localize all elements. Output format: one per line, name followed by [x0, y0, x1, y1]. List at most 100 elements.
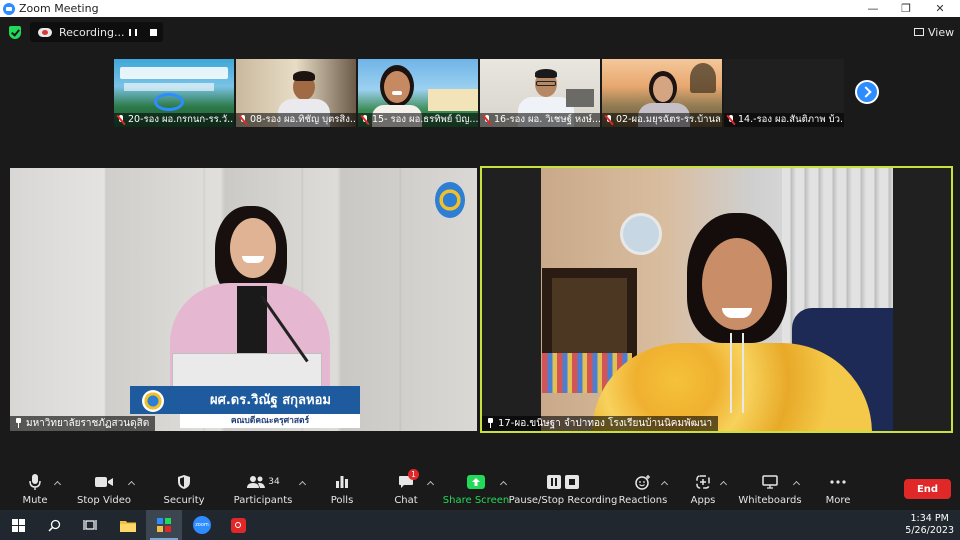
banner-role: คณบดีคณะครุศาสตร์	[180, 414, 360, 428]
security-label: Security	[163, 495, 205, 506]
reactions-label: Reactions	[618, 495, 668, 506]
mic-muted-icon	[605, 115, 613, 125]
participant-name: 17-ผอ.ขนิษฐา จำปาทอง โรงเรียนบ้านนิคมพัฒ…	[498, 418, 713, 429]
shield-icon	[174, 473, 194, 491]
main-video-left[interactable]: ผศ.ดร.วิณัฐ สกุลหอม คณบดีคณะครุศาสตร์ มห…	[10, 168, 477, 431]
polls-button[interactable]: Polls	[326, 468, 358, 510]
participant-name: 20-รอง ผอ.กรกนก-รร.วั...	[114, 113, 234, 127]
windows-logo-icon	[11, 518, 25, 532]
apps-options-caret-icon[interactable]	[720, 479, 728, 487]
share-screen-button[interactable]: Share Screen	[443, 468, 509, 510]
pin-icon	[14, 418, 22, 428]
bar-chart-icon	[332, 473, 352, 491]
pause-recording-icon[interactable]	[125, 24, 141, 40]
clock-time: 1:34 PM	[910, 513, 949, 524]
wall-fan-icon	[620, 213, 662, 255]
mic-muted-icon	[727, 115, 735, 125]
main-video-right-active-speaker[interactable]: 17-ผอ.ขนิษฐา จำปาทอง โรงเรียนบ้านนิคมพัฒ…	[480, 166, 953, 433]
mic-muted-icon	[117, 115, 125, 125]
participants-button[interactable]: 34 Participants	[234, 468, 292, 510]
task-view-button[interactable]	[72, 510, 108, 540]
next-page-arrow-icon[interactable]	[855, 80, 879, 104]
chat-button[interactable]: 1 Chat	[391, 468, 421, 510]
recording-indicator: Recording...	[30, 22, 163, 42]
grid-view-icon	[914, 28, 924, 36]
record-app-icon	[230, 517, 246, 533]
share-screen-label: Share Screen	[442, 495, 510, 506]
participants-icon: 34	[246, 473, 280, 491]
pause-stop-recording-icon	[543, 473, 583, 491]
apps-icon	[693, 473, 713, 491]
app-tiles-icon	[157, 518, 171, 532]
title-bar: Zoom Meeting — ❐ ✕	[0, 0, 960, 17]
windows-taskbar: zoom 1:34 PM 5/26/2023	[0, 510, 960, 540]
chat-label: Chat	[394, 495, 418, 506]
search-button[interactable]	[36, 510, 72, 540]
recording-status: Recording...	[59, 25, 125, 39]
stop-video-button[interactable]: Stop Video	[77, 468, 131, 510]
reactions-button[interactable]: Reactions	[618, 468, 668, 510]
participant-thumbnail[interactable]: 16-รอง ผอ. วิเชษฐ์ หงษ์...	[480, 59, 600, 127]
mute-label: Mute	[22, 495, 48, 506]
task-view-icon	[83, 520, 97, 530]
zoom-logo-icon	[3, 2, 15, 15]
restore-button[interactable]: ❐	[891, 0, 921, 17]
smiley-plus-icon	[633, 473, 653, 491]
system-clock[interactable]: 1:34 PM 5/26/2023	[905, 513, 954, 537]
participant-name: 16-รอง ผอ. วิเชษฐ์ หงษ์...	[480, 113, 600, 127]
participants-label: Participants	[233, 495, 293, 506]
reactions-options-caret-icon[interactable]	[661, 479, 669, 487]
minimize-button[interactable]: —	[858, 0, 888, 17]
app-taskbar-item[interactable]	[146, 510, 182, 540]
chat-options-caret-icon[interactable]	[427, 479, 435, 487]
stop-recording-icon[interactable]	[145, 24, 161, 40]
participant-thumbnail[interactable]: 08-รอง ผอ.ทิชัญ บุตรสิง...	[236, 59, 356, 127]
participant-thumbnail[interactable]: 20-รอง ผอ.กรกนก-รร.วั...	[114, 59, 234, 127]
chat-unread-badge: 1	[408, 469, 419, 480]
file-explorer-taskbar-item[interactable]	[110, 510, 146, 540]
security-button[interactable]: Security	[163, 468, 205, 510]
more-button[interactable]: More	[823, 468, 853, 510]
close-button[interactable]: ✕	[925, 0, 955, 17]
pause-recording-label: Pause/Stop Recording	[508, 495, 618, 506]
chat-bubble-icon: 1	[396, 469, 419, 491]
recorder-taskbar-item[interactable]	[220, 510, 256, 540]
zoom-app-icon: zoom	[193, 516, 211, 534]
apps-label: Apps	[690, 495, 716, 506]
video-options-caret-icon[interactable]	[128, 479, 136, 487]
start-button[interactable]	[0, 510, 36, 540]
more-dots-icon	[828, 473, 848, 491]
view-label: View	[928, 25, 955, 39]
apps-button[interactable]: Apps	[689, 468, 717, 510]
participant-label: มหาวิทยาลัยราชภัฏสวนดุสิต	[10, 416, 156, 431]
participant-name: 15- รอง ผอ.ธรทิพย์ บิญ...	[358, 113, 478, 127]
participant-label: 17-ผอ.ขนิษฐา จำปาทอง โรงเรียนบ้านนิคมพัฒ…	[482, 416, 719, 431]
end-meeting-button[interactable]: End	[904, 479, 951, 499]
participant-thumbnail[interactable]: 14.-รอง ผอ.สันติภาพ บ้ว...	[724, 59, 844, 127]
zoom-taskbar-item[interactable]: zoom	[184, 510, 220, 540]
mute-options-caret-icon[interactable]	[54, 479, 62, 487]
window-title: Zoom Meeting	[19, 2, 99, 15]
microphone-icon	[25, 473, 45, 491]
whiteboards-label: Whiteboards	[738, 495, 802, 506]
folder-icon	[120, 520, 136, 532]
stop-video-label: Stop Video	[77, 495, 131, 506]
meeting-toolbar: Mute Stop Video Security 34 Participants	[0, 468, 960, 510]
share-screen-icon	[466, 473, 486, 491]
participants-options-caret-icon[interactable]	[299, 479, 307, 487]
whiteboards-options-caret-icon[interactable]	[793, 479, 801, 487]
banner-emblem-icon	[142, 390, 164, 412]
pause-stop-recording-button[interactable]: Pause/Stop Recording	[509, 468, 617, 510]
participant-thumbnail[interactable]: 02-ผอ.มยุรฉัตร-รร.บ้านล...	[602, 59, 722, 127]
view-button[interactable]: View	[914, 24, 954, 40]
participant-name: 02-ผอ.มยุรฉัตร-รร.บ้านล...	[602, 113, 722, 127]
security-shield-icon[interactable]	[9, 26, 21, 39]
participant-name: 08-รอง ผอ.ทิชัญ บุตรสิง...	[236, 113, 356, 127]
share-options-caret-icon[interactable]	[500, 479, 508, 487]
polls-label: Polls	[330, 495, 354, 506]
participants-count: 34	[268, 477, 280, 487]
participant-thumbnail[interactable]: 15- รอง ผอ.ธรทิพย์ บิญ...	[358, 59, 478, 127]
mute-button[interactable]: Mute	[18, 468, 52, 510]
whiteboards-button[interactable]: Whiteboards	[738, 468, 802, 510]
university-emblem-icon	[435, 182, 465, 218]
